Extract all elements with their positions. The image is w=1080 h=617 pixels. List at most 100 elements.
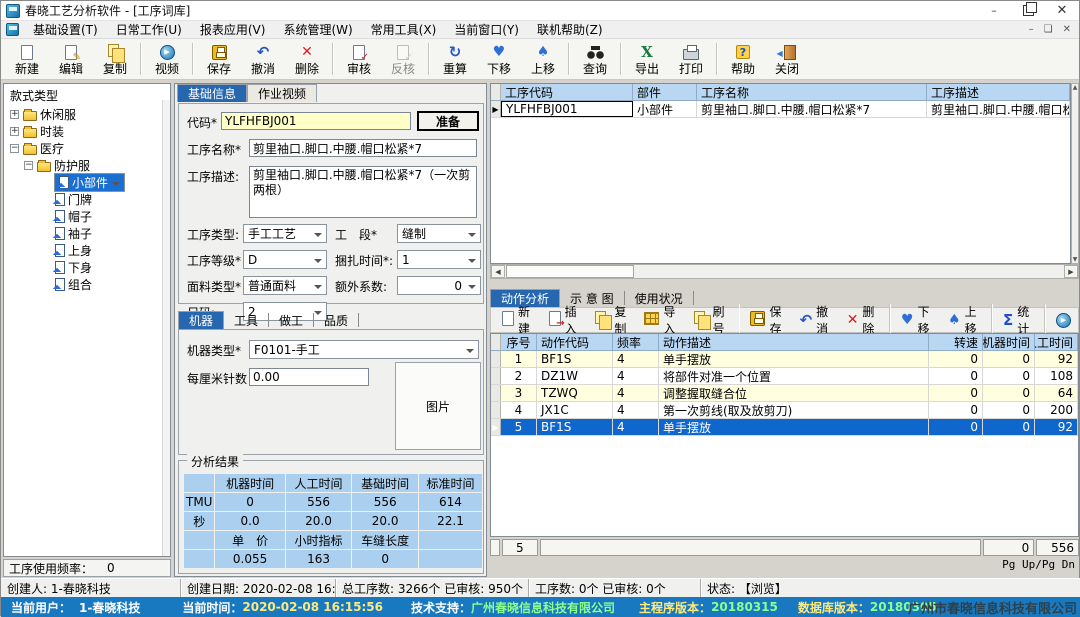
- column-header-5[interactable]: 机器时间: [983, 334, 1035, 351]
- scroll-thumb[interactable]: [506, 265, 634, 278]
- toolbar-button-edit[interactable]: ✎编辑: [49, 41, 93, 78]
- tree-item-门牌[interactable]: 门牌: [4, 191, 170, 208]
- menu-item-6[interactable]: 联机帮助(Z): [528, 21, 612, 38]
- select-5[interactable]: 0: [397, 276, 481, 295]
- tree-item-小部件[interactable]: 小部件: [4, 174, 170, 191]
- toolbar-button-help[interactable]: ?帮助: [721, 41, 765, 78]
- tab-作业视频[interactable]: 作业视频: [247, 84, 317, 102]
- tree-item-袖子[interactable]: 袖子: [4, 225, 170, 242]
- action-row[interactable]: 2DZ1W4将部件对准一个位置00108: [491, 368, 1078, 385]
- toolbar-button-move-up[interactable]: ♠上移: [521, 41, 565, 78]
- tree-item-时装[interactable]: +时装: [4, 123, 170, 140]
- toolbar-button-stats[interactable]: Σ统计: [996, 309, 1041, 331]
- tree-item-组合[interactable]: 组合: [4, 276, 170, 293]
- tab-机器[interactable]: 机器: [178, 311, 224, 329]
- select-1[interactable]: 缝制: [397, 224, 481, 243]
- code-input[interactable]: [221, 112, 411, 130]
- column-header-2[interactable]: 频率: [613, 334, 659, 351]
- collapse-icon[interactable]: −: [10, 144, 19, 153]
- toolbar-button-save[interactable]: 保存: [743, 309, 792, 331]
- toolbar-button-export[interactable]: X导出: [625, 41, 669, 78]
- toolbar-button-save[interactable]: 保存: [197, 41, 241, 78]
- tab-做工[interactable]: 做工: [269, 313, 314, 327]
- process-list-hscrollbar[interactable]: ◀ ▶: [490, 264, 1079, 279]
- column-header-1[interactable]: 动作代码: [537, 334, 613, 351]
- toolbar-button-recalc[interactable]: ↻重算: [433, 41, 477, 78]
- toolbar-button-undo[interactable]: ↶撤消: [793, 309, 840, 331]
- tab-使用状况[interactable]: 使用状况: [625, 291, 694, 305]
- minimize-icon[interactable]: –: [977, 1, 1011, 20]
- ready-button[interactable]: 准备: [417, 111, 479, 131]
- action-row[interactable]: 3TZWQ4调整握取缝合位0064: [491, 385, 1078, 402]
- select-0[interactable]: 手工工艺: [243, 224, 327, 243]
- process-list-vscrollbar[interactable]: ▲▼: [1071, 83, 1079, 264]
- toolbar-button-copy[interactable]: 复制: [588, 309, 637, 331]
- toolbar-button-new[interactable]: 新建: [5, 41, 49, 78]
- expand-icon[interactable]: +: [10, 110, 19, 119]
- menu-item-5[interactable]: 当前窗口(Y): [445, 21, 528, 38]
- toolbar-button-search[interactable]: 查询: [573, 41, 617, 78]
- process-name-input[interactable]: [249, 139, 477, 157]
- action-row[interactable]: ▶5BF1S4单手摆放0092: [491, 419, 1078, 436]
- select-3[interactable]: 1: [397, 250, 481, 269]
- select-4[interactable]: 普通面料: [243, 276, 327, 295]
- tree-item-帽子[interactable]: 帽子: [4, 208, 170, 225]
- scroll-right-icon[interactable]: ▶: [1064, 265, 1078, 278]
- toolbar-button-delete[interactable]: ✕删除: [840, 309, 886, 331]
- close-icon[interactable]: ✕: [1045, 1, 1079, 20]
- toolbar-button-move-down[interactable]: ♥下移: [477, 41, 521, 78]
- mdi-minimize-icon[interactable]: –: [1029, 24, 1034, 35]
- select-2[interactable]: D: [243, 250, 327, 269]
- tree-item-医疗[interactable]: −医疗: [4, 140, 170, 157]
- column-header-2[interactable]: 工序名称: [697, 84, 927, 101]
- select-label-2: 工序等级*: [187, 250, 241, 270]
- column-header-6[interactable]: 人工时间: [1035, 334, 1078, 351]
- menu-item-4[interactable]: 常用工具(X): [362, 21, 446, 38]
- tree-item-休闲服[interactable]: +休闲服: [4, 106, 170, 123]
- toolbar-button-close[interactable]: 关闭: [765, 41, 809, 78]
- toolbar-button-audit[interactable]: ✓审核: [337, 41, 381, 78]
- column-header-4[interactable]: 转速: [929, 334, 983, 351]
- scroll-left-icon[interactable]: ◀: [491, 265, 505, 278]
- table-row[interactable]: ▶YLFHFBJ001小部件剪里袖口.脚口.中腰.帽口松紧*7剪里袖口.脚口.中…: [491, 101, 1070, 118]
- toolbar-button-renumber[interactable]: ✎刷号: [687, 309, 736, 331]
- menu-item-0[interactable]: 基础设置(T): [24, 21, 107, 38]
- menu-item-2[interactable]: 报表应用(V): [191, 21, 275, 38]
- restore-icon[interactable]: [1011, 1, 1045, 20]
- toolbar-button-move-up[interactable]: ♠上移: [941, 309, 988, 331]
- collapse-icon[interactable]: −: [24, 161, 33, 170]
- column-header-0[interactable]: 序号: [501, 334, 537, 351]
- tree-item-上身[interactable]: 上身: [4, 242, 170, 259]
- toolbar-button-copy[interactable]: 复制: [93, 41, 137, 78]
- tree-scrollbar[interactable]: [162, 100, 170, 556]
- tree-item-下身[interactable]: 下身: [4, 259, 170, 276]
- stitch-count-input[interactable]: [249, 368, 369, 386]
- expand-icon[interactable]: +: [10, 127, 19, 136]
- process-desc-textarea[interactable]: 剪里袖口.脚口.中腰.帽口松紧*7（一次剪两根）: [249, 166, 477, 218]
- tab-工具[interactable]: 工具: [224, 313, 269, 327]
- column-header-3[interactable]: 工序描述: [927, 84, 1070, 101]
- toolbar-button-unaudit[interactable]: ✓反核: [381, 41, 425, 78]
- machine-type-select[interactable]: F0101-手工: [249, 340, 479, 359]
- action-row[interactable]: 1BF1S4单手摆放0092: [491, 351, 1078, 368]
- column-header-1[interactable]: 部件: [633, 84, 697, 101]
- mdi-restore-icon[interactable]: ❏: [1044, 24, 1053, 35]
- toolbar-button-print[interactable]: 打印: [669, 41, 713, 78]
- menu-item-1[interactable]: 日常工作(U): [107, 21, 191, 38]
- toolbar-button-play[interactable]: ▶: [1049, 309, 1078, 331]
- toolbar-button-undo[interactable]: ↶撤消: [241, 41, 285, 78]
- action-row[interactable]: 4JX1C4第一次剪线(取及放剪刀)00200: [491, 402, 1078, 419]
- tab-基础信息[interactable]: 基础信息: [177, 84, 247, 102]
- toolbar-button-new[interactable]: 新建: [495, 309, 542, 331]
- tree-item-防护服[interactable]: −防护服: [4, 157, 170, 174]
- toolbar-button-move-down[interactable]: ♥下移: [894, 309, 941, 331]
- menu-item-3[interactable]: 系统管理(W): [274, 21, 361, 38]
- tab-品质[interactable]: 品质: [314, 313, 359, 327]
- mdi-close-icon[interactable]: ✕: [1063, 24, 1071, 35]
- toolbar-button-video[interactable]: ▶视频: [145, 41, 189, 78]
- column-header-3[interactable]: 动作描述: [659, 334, 929, 351]
- toolbar-button-insert[interactable]: →插入: [542, 309, 589, 331]
- toolbar-button-delete[interactable]: ✕删除: [285, 41, 329, 78]
- column-header-0[interactable]: 工序代码: [501, 84, 633, 101]
- toolbar-button-import[interactable]: 导入: [637, 309, 686, 331]
